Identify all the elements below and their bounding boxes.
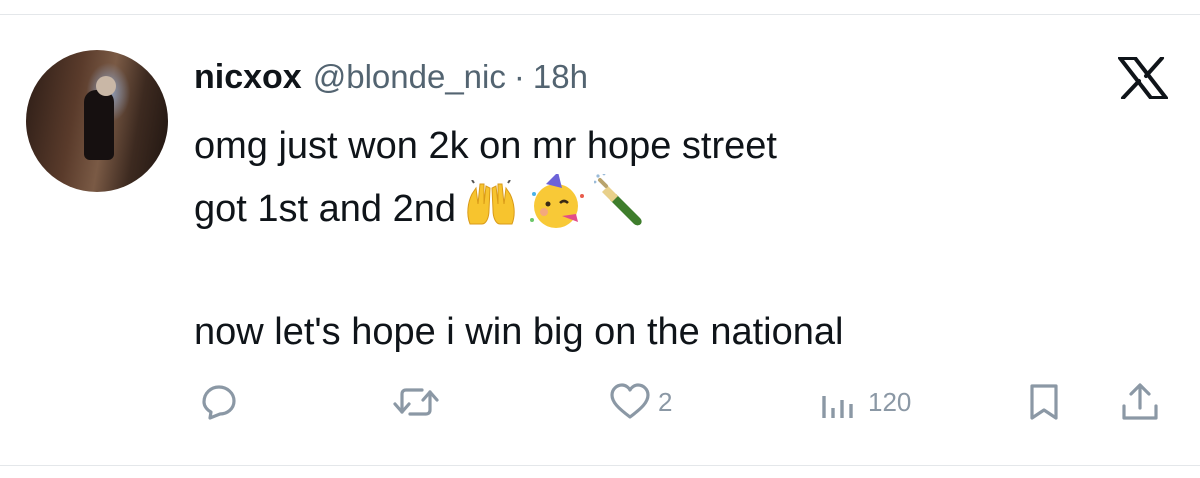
views-button[interactable]: 120 [818, 380, 911, 424]
like-count: 2 [658, 386, 673, 417]
raising-hands-emoji-icon [462, 178, 520, 242]
post-text-line-3: now let's hope i win big on the national [194, 311, 844, 353]
reply-icon [196, 382, 240, 422]
post-text-line-2: got 1st and 2nd [194, 172, 843, 248]
bookmark-icon [1024, 382, 1064, 422]
views-icon [818, 382, 862, 422]
post-header: nicxox @blonde_nic · 18h [194, 58, 588, 98]
avatar-figure [84, 90, 114, 160]
author-name[interactable]: nicxox [194, 58, 302, 97]
like-button[interactable]: 2 [608, 380, 672, 424]
post-text-line-2-text: got 1st and 2nd [194, 188, 456, 231]
reply-button[interactable] [196, 380, 240, 424]
top-divider [0, 14, 1200, 15]
bookmark-button[interactable] [1024, 380, 1064, 424]
repost-icon [392, 382, 440, 422]
avatar-head [96, 76, 116, 96]
repost-button[interactable] [392, 380, 446, 424]
share-button[interactable] [1118, 380, 1162, 424]
post-time[interactable]: 18h [533, 58, 588, 96]
partying-face-emoji-icon [526, 172, 588, 248]
post-text: omg just won 2k on mr hope street got 1s… [194, 118, 843, 360]
author-handle[interactable]: @blonde_nic [313, 58, 506, 96]
champagne-emoji-icon [593, 172, 648, 248]
post-text-line-1: omg just won 2k on mr hope street [194, 125, 777, 167]
views-count: 120 [868, 386, 912, 417]
avatar[interactable] [26, 50, 168, 192]
heart-icon [608, 382, 652, 422]
meta-separator: · [513, 58, 525, 95]
bottom-divider [0, 465, 1200, 466]
share-icon [1118, 382, 1162, 422]
x-logo-icon [1118, 56, 1168, 100]
action-bar: 2 120 [0, 380, 1200, 424]
